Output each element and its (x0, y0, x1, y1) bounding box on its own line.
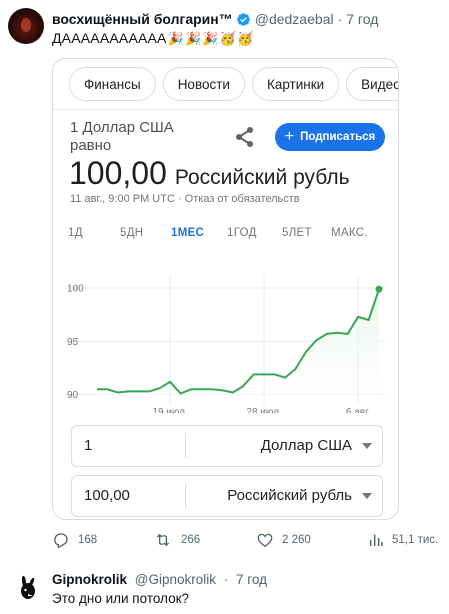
tweet-text: ДААААААААААА🎉🎉🎉🥳🥳 (52, 30, 254, 47)
author-avatar[interactable] (8, 8, 44, 44)
to-currency-select[interactable]: Российский рубль (227, 476, 352, 516)
y-tick-label: 95 (67, 337, 79, 348)
divider (53, 109, 398, 110)
tab-5d[interactable]: 5ДН (120, 227, 143, 239)
field-divider (185, 484, 186, 508)
author-handle[interactable]: @dedzaebal (255, 11, 334, 27)
chip-finance[interactable]: Финансы (69, 67, 156, 101)
subscribe-button[interactable]: + Подписаться (275, 123, 385, 151)
author-name[interactable]: восхищённый болгарин™ (52, 11, 233, 27)
views-chart-icon (369, 534, 383, 546)
retweet-count: 266 (181, 534, 201, 546)
exchange-rate-chart[interactable]: 90 95 100 19 июл. 28 июл. 6 авг. (53, 259, 398, 413)
tab-1d[interactable]: 1Д (68, 227, 83, 239)
reply-count: 168 (78, 534, 98, 546)
tweet-time[interactable]: 7 год (346, 11, 378, 27)
plus-icon: + (284, 128, 295, 145)
reply-author-handle[interactable]: @Gipnokrolik (135, 572, 216, 587)
tab-5y[interactable]: 5ЛЕТ (282, 227, 312, 239)
currency-card[interactable]: Финансы Новости Картинки Видео 1 Доллар … (52, 58, 399, 520)
to-amount-input[interactable]: 100,00 (84, 476, 130, 516)
chevron-down-icon[interactable] (362, 443, 372, 449)
reply-avatar-icon[interactable] (14, 574, 42, 602)
reply-author-name[interactable]: Gipnokrolik (52, 572, 127, 587)
like-button[interactable]: 2 260 (256, 528, 311, 552)
result-currency: Российский рубль (174, 166, 350, 189)
heart-icon (257, 533, 273, 548)
party-popper-icon: 🎉 (167, 31, 184, 46)
reply-time[interactable]: 7 год (236, 572, 267, 587)
from-amount-input[interactable]: 1 (84, 426, 92, 466)
tweet-actions: 168 266 2 260 51,1 тис. (52, 528, 442, 552)
to-currency-field[interactable]: 100,00 Российский рубль (71, 475, 383, 517)
partying-face-icon: 🥳 (219, 31, 237, 46)
reply-button[interactable]: 168 (52, 528, 97, 552)
tweet-header: восхищённый болгарин™ @dedzaebal · 7 год (52, 10, 378, 28)
share-icon[interactable] (233, 125, 257, 149)
conversion-result: 100,00 Российский рубль (69, 155, 350, 192)
x-tick-label: 19 июл. (152, 407, 187, 413)
chevron-down-icon[interactable] (362, 493, 372, 499)
from-currency-field[interactable]: 1 Доллар США (71, 425, 383, 467)
tab-1m[interactable]: 1МЕС (171, 227, 204, 239)
verified-badge-icon (236, 12, 251, 27)
field-divider (185, 434, 186, 458)
y-tick-label: 100 (67, 284, 84, 295)
chip-video[interactable]: Видео (346, 67, 398, 101)
x-tick-label: 6 авг. (346, 407, 370, 413)
chip-news[interactable]: Новости (162, 67, 245, 101)
separator-dot: · (337, 11, 343, 27)
tab-1y[interactable]: 1ГОД (227, 227, 257, 239)
area-fill (97, 289, 379, 401)
party-popper-icon: 🎉 (185, 31, 202, 46)
reply-text: Это дно или потолок? (52, 591, 190, 606)
last-point-marker (375, 285, 383, 293)
partying-face-icon: 🥳 (237, 31, 254, 46)
tweet-text-content: ДААААААААААА (52, 30, 167, 46)
views-button[interactable]: 51,1 тис. (368, 528, 438, 552)
range-tabs: 1Д 5ДН 1МЕС 1ГОД 5ЛЕТ МАКС. (53, 227, 398, 247)
views-count: 51,1 тис. (392, 534, 439, 546)
from-currency-select[interactable]: Доллар США (261, 426, 352, 466)
rate-timestamp: 11 авг., 9:00 PM UTC · Отказ от обязател… (70, 193, 300, 205)
equivalence-label: 1 Доллар США равно (70, 119, 174, 154)
search-chips: Финансы Новости Картинки Видео (69, 67, 398, 101)
x-tick-label: 28 июл. (246, 407, 281, 413)
party-popper-icon: 🎉 (202, 31, 219, 46)
chip-images[interactable]: Картинки (251, 67, 340, 101)
reply-icon (54, 533, 68, 549)
y-tick-label: 90 (67, 390, 79, 401)
subscribe-label: Подписаться (300, 131, 376, 143)
result-value: 100,00 (69, 155, 167, 191)
tab-max[interactable]: МАКС. (331, 227, 368, 239)
retweet-button[interactable]: 266 (153, 528, 200, 552)
retweet-icon (156, 533, 170, 547)
separator-dot: · (223, 572, 229, 587)
like-count: 2 260 (282, 534, 311, 546)
reply-header: Gipnokrolik @Gipnokrolik · 7 год (52, 572, 267, 587)
